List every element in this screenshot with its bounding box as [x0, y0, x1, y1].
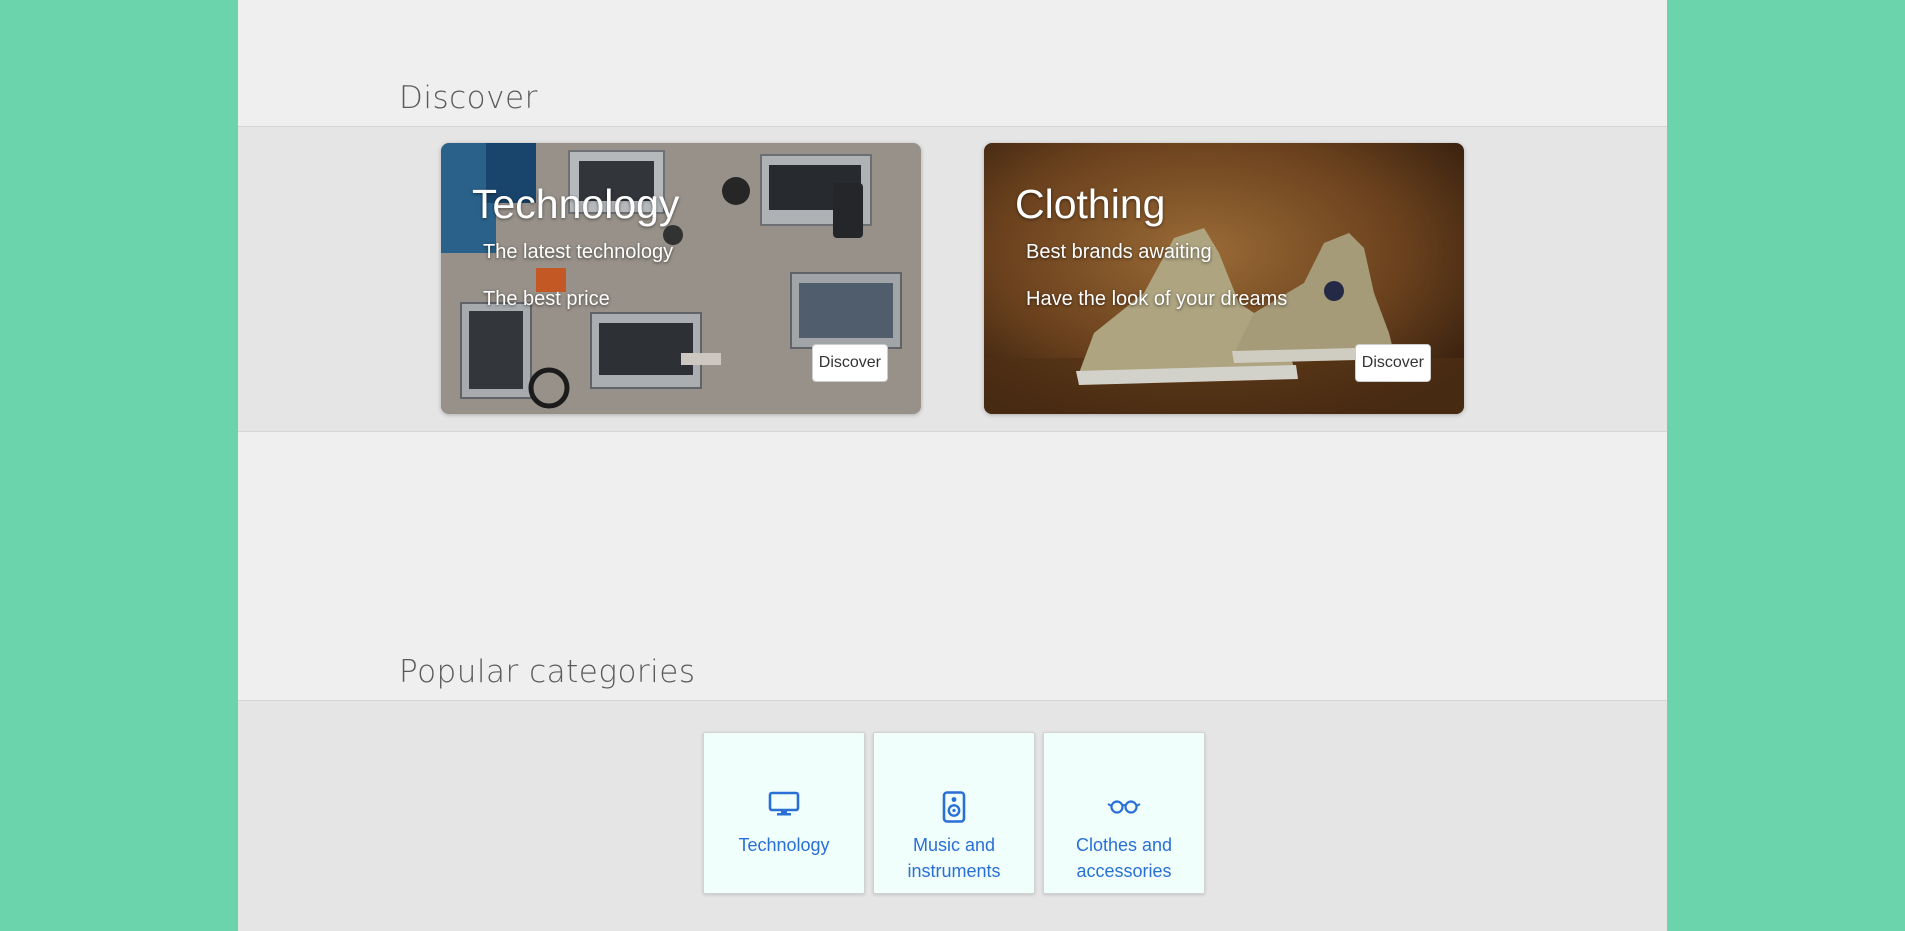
main-content: Discover Technology The latest technolog… — [238, 0, 1667, 931]
category-label: Clothes and accessories — [1075, 835, 1173, 881]
clothing-promo-card[interactable]: Clothing Best brands awaiting Have the l… — [984, 143, 1464, 414]
discover-heading: Discover — [399, 80, 538, 116]
clothing-card-title: Clothing — [1015, 181, 1166, 227]
popular-categories-heading: Popular categories — [399, 654, 696, 690]
discover-band: Technology The latest technology The bes… — [238, 126, 1667, 432]
technology-card-title: Technology — [472, 181, 680, 227]
glasses-icon — [1107, 800, 1141, 814]
clothing-card-line-1: Best brands awaiting — [1026, 241, 1212, 263]
clothing-discover-button[interactable]: Discover — [1354, 344, 1431, 382]
technology-card-line-2: The best price — [483, 288, 610, 310]
category-label: Technology — [738, 835, 830, 855]
category-label: Music and instruments — [907, 835, 1001, 881]
technology-discover-button[interactable]: Discover — [811, 344, 888, 382]
monitor-icon — [768, 791, 800, 816]
categories-band: Technology Music and instruments Clothes… — [238, 700, 1667, 931]
category-music-instruments[interactable]: Music and instruments — [873, 732, 1035, 894]
clothing-card-line-2: Have the look of your dreams — [1026, 288, 1288, 310]
technology-promo-card[interactable]: Technology The latest technology The bes… — [441, 143, 921, 414]
speaker-icon — [942, 791, 966, 823]
category-technology[interactable]: Technology — [703, 732, 865, 894]
category-clothes-accessories[interactable]: Clothes and accessories — [1043, 732, 1205, 894]
technology-card-line-1: The latest technology — [483, 241, 674, 263]
